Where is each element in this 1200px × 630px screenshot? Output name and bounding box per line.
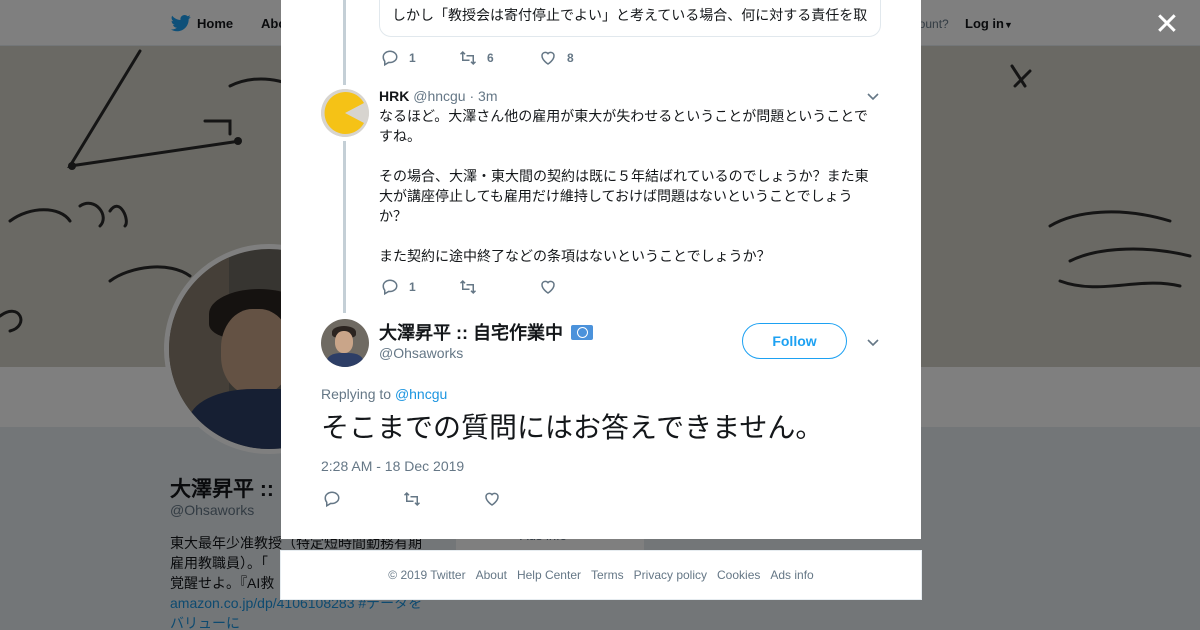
chevron-down-icon[interactable] bbox=[865, 88, 881, 104]
retweet-icon bbox=[459, 279, 477, 295]
thread-connector-line bbox=[343, 0, 346, 85]
retweet-button[interactable]: 6 bbox=[459, 48, 494, 68]
like-button[interactable]: 8 bbox=[539, 48, 574, 68]
heart-icon bbox=[541, 280, 555, 294]
retweet-icon bbox=[403, 491, 421, 507]
reply-author-name[interactable]: HRK bbox=[379, 88, 409, 104]
main-author-avatar[interactable] bbox=[321, 319, 369, 367]
reply-icon bbox=[324, 491, 340, 508]
replying-to-handle-link[interactable]: @hncgu bbox=[395, 386, 447, 402]
close-icon[interactable]: ✕ bbox=[1152, 10, 1182, 40]
reply-header: HRK @hncgu · 3m bbox=[379, 88, 497, 104]
heart-icon bbox=[541, 51, 555, 65]
heart-icon bbox=[485, 492, 499, 506]
footer-link-privacy[interactable]: Privacy policy bbox=[634, 568, 707, 582]
main-tweet-text: そこまでの質問にはお答えできません。 bbox=[321, 412, 824, 443]
reply-icon bbox=[382, 50, 398, 67]
main-author-handle[interactable]: @Ohsaworks bbox=[379, 345, 463, 361]
retweet-count: 6 bbox=[487, 51, 494, 65]
reply-text: なるほど。大澤さん他の雇用が東大が失わせるということが問題ということですね。 そ… bbox=[379, 106, 879, 266]
like-count: 8 bbox=[567, 51, 574, 65]
quoted-tweet-card[interactable]: しかし「教授会は寄付停止でよい」と考えている場合、何に対する責任を取 bbox=[379, 0, 881, 37]
footer-link-cookies[interactable]: Cookies bbox=[717, 568, 760, 582]
main-tweet-timestamp[interactable]: 2:28 AM - 18 Dec 2019 bbox=[321, 458, 464, 474]
footer-link-about[interactable]: About bbox=[476, 568, 507, 582]
reply-button[interactable] bbox=[323, 489, 341, 509]
follow-button[interactable]: Follow bbox=[742, 323, 847, 359]
avatar-body bbox=[327, 353, 363, 367]
retweet-button[interactable] bbox=[403, 489, 421, 509]
replying-to-prefix: Replying to bbox=[321, 386, 392, 402]
un-flag-icon bbox=[571, 324, 593, 340]
retweet-button[interactable] bbox=[459, 277, 477, 297]
retweet-icon bbox=[459, 50, 477, 66]
reply-button[interactable]: 1 bbox=[381, 277, 416, 297]
reply-paragraph: なるほど。大澤さん他の雇用が東大が失わせるということが問題ということですね。 bbox=[379, 108, 868, 144]
quoted-tweet-text: しかし「教授会は寄付停止でよい」と考えている場合、何に対する責任を取 bbox=[392, 7, 868, 23]
modal-footer: © 2019 Twitter About Help Center Terms P… bbox=[280, 550, 922, 600]
reply-paragraph: また契約に途中終了などの条項はないということでしょうか？ bbox=[379, 248, 771, 264]
footer-link-ads-info[interactable]: Ads info bbox=[770, 568, 813, 582]
main-tweet-actions bbox=[323, 489, 623, 509]
reply-icon bbox=[382, 279, 398, 296]
chevron-down-icon[interactable] bbox=[865, 334, 881, 350]
reply-author-handle[interactable]: @hncgu bbox=[413, 88, 465, 104]
main-author-name[interactable]: 大澤昇平 :: 自宅作業中 bbox=[379, 319, 593, 345]
reply-count: 1 bbox=[409, 51, 416, 65]
reply-timestamp[interactable]: · 3m bbox=[469, 88, 497, 104]
tweet-modal: しかし「教授会は寄付停止でよい」と考えている場合、何に対する責任を取 1 6 8… bbox=[281, 0, 921, 539]
reply-paragraph: その場合、大澤・東大間の契約は既に５年結ばれているのでしょうか？また東大が講座停… bbox=[379, 168, 869, 224]
main-author-name-text: 大澤昇平 :: 自宅作業中 bbox=[379, 323, 563, 343]
footer-copyright: © 2019 Twitter bbox=[388, 568, 466, 582]
like-button[interactable] bbox=[483, 489, 501, 509]
reply-button[interactable]: 1 bbox=[381, 48, 416, 68]
reply-count: 1 bbox=[409, 280, 416, 294]
footer-link-help-center[interactable]: Help Center bbox=[517, 568, 581, 582]
footer-link-terms[interactable]: Terms bbox=[591, 568, 624, 582]
pacman-avatar-icon bbox=[321, 89, 369, 137]
like-button[interactable] bbox=[539, 277, 557, 297]
reply-author-avatar[interactable] bbox=[321, 89, 369, 137]
reply-actions: 1 bbox=[381, 277, 681, 297]
replying-to-line: Replying to @hncgu bbox=[321, 386, 447, 402]
thread-connector-line bbox=[343, 141, 346, 313]
avatar-face bbox=[335, 331, 353, 353]
tweet-actions: 1 6 8 bbox=[381, 48, 681, 68]
